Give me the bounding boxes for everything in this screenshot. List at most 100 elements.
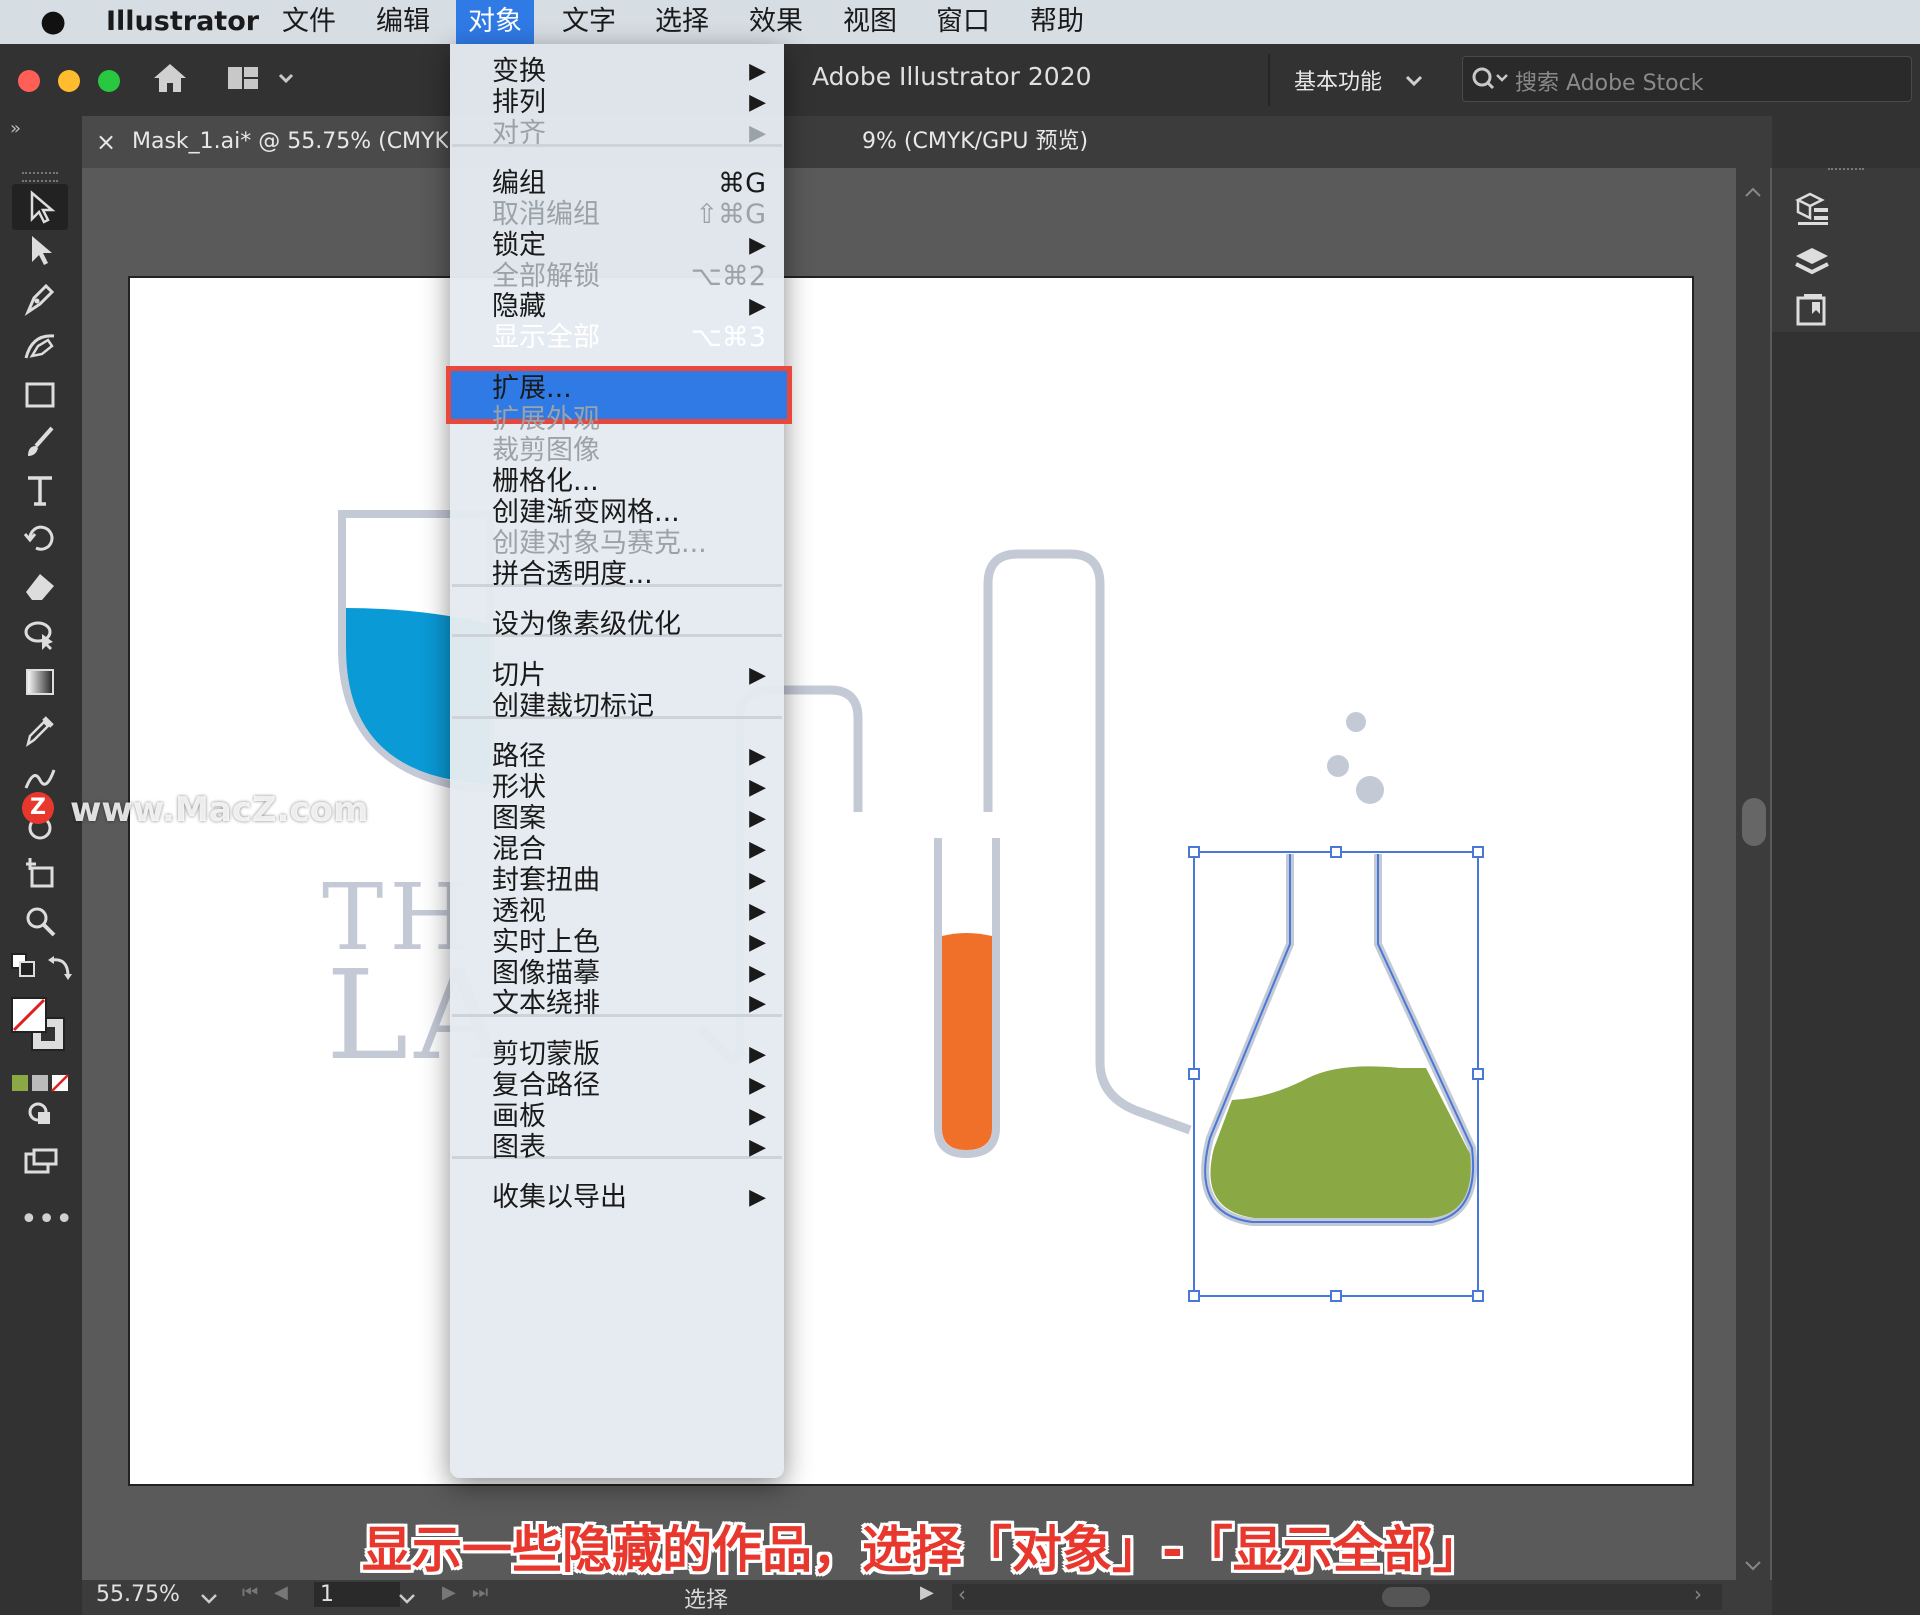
rotate-tool-icon[interactable] xyxy=(20,520,60,560)
chevron-down-icon[interactable] xyxy=(198,1588,220,1608)
layers-panel-icon[interactable] xyxy=(1792,242,1832,282)
selection-handle xyxy=(1188,846,1200,858)
menu-item-19[interactable]: 创建裁切标记 xyxy=(450,689,784,725)
zoom-window-button[interactable] xyxy=(98,70,120,92)
menu-item-label: 图表 xyxy=(492,1132,546,1163)
selection-tool-icon[interactable] xyxy=(12,184,68,230)
artboard[interactable]: TH LA xyxy=(128,276,1694,1486)
paintbrush-tool-icon[interactable] xyxy=(20,424,60,464)
properties-panel-icon[interactable] xyxy=(1792,188,1832,228)
submenu-arrow-icon: ▶ xyxy=(749,1185,766,1210)
menu-item-label: 拼合透明度... xyxy=(492,559,653,590)
status-menu-arrow[interactable]: ▶ xyxy=(920,1582,934,1603)
tab-label: Mask_1.ai* @ 55.75% (CMYK/G xyxy=(132,129,448,154)
horizontal-scrollbar[interactable]: ‹ › xyxy=(952,1582,1722,1610)
eraser-tool-icon[interactable] xyxy=(20,568,60,608)
menu-item-16[interactable]: 拼合透明度... xyxy=(450,557,784,593)
draw-mode-icon[interactable] xyxy=(20,1096,60,1136)
zoom-tool-icon[interactable] xyxy=(20,904,60,944)
app-menu[interactable]: Illustrator xyxy=(106,0,259,44)
submenu-arrow-icon: ▶ xyxy=(749,1135,766,1160)
workspace-switcher[interactable]: 基本功能 xyxy=(1294,64,1382,96)
scroll-thumb[interactable] xyxy=(1382,1587,1430,1607)
toolbar-collapse-strip: » xyxy=(0,116,82,168)
menu-item-label: 对齐 xyxy=(492,118,546,149)
scroll-thumb[interactable] xyxy=(1742,798,1766,846)
watermark-text: www.MacZ.com xyxy=(70,790,369,830)
direct-selection-tool-icon[interactable] xyxy=(20,232,60,272)
fill-stroke-swatch[interactable] xyxy=(8,994,72,1058)
home-icon[interactable] xyxy=(150,58,190,98)
curvature-tool-icon[interactable] xyxy=(20,328,60,368)
artboard-number-field[interactable]: 1 xyxy=(314,1582,400,1607)
menu-item-28[interactable]: 文本绕排 ▶ xyxy=(450,986,784,1022)
chevron-down-icon[interactable] xyxy=(1744,1558,1762,1572)
menu-window[interactable]: 窗口 xyxy=(936,0,990,44)
menu-effect[interactable]: 效果 xyxy=(749,0,803,44)
apple-icon[interactable]: ● xyxy=(40,4,66,39)
menu-edit[interactable]: 编辑 xyxy=(376,0,430,44)
free-transform-tool-icon[interactable] xyxy=(20,616,60,656)
panel-icon-group xyxy=(1772,168,1920,332)
search-placeholder: 搜索 Adobe Stock xyxy=(1515,71,1704,96)
selection-handle xyxy=(1472,846,1484,858)
chevron-down-icon[interactable] xyxy=(396,1588,418,1608)
chevron-up-icon[interactable] xyxy=(1744,184,1762,198)
menu-item-32[interactable]: 图表 ▶ xyxy=(450,1130,784,1166)
close-window-button[interactable] xyxy=(18,70,40,92)
bubble xyxy=(1346,712,1366,732)
menu-item-33[interactable]: 收集以导出 ▶ xyxy=(450,1180,784,1216)
document-tab-bar: × Mask_1.ai* @ 55.75% (CMYK/G 9% (CMYK/G… xyxy=(82,116,1772,168)
gradient-tool-icon[interactable] xyxy=(20,664,60,704)
pen-tool-icon[interactable] xyxy=(20,280,60,320)
selection-handle xyxy=(1330,846,1342,858)
swap-colors-icon[interactable] xyxy=(46,952,76,982)
chevron-right-icon[interactable]: › xyxy=(1694,1582,1702,1606)
type-tool-icon[interactable] xyxy=(20,472,60,512)
previous-artboard-icon[interactable]: ◀ xyxy=(274,1582,288,1603)
tab-second-document[interactable]: 9% (CMYK/GPU 预览) xyxy=(784,116,1110,168)
submenu-arrow-icon: ▶ xyxy=(749,991,766,1016)
chevron-left-icon[interactable]: ‹ xyxy=(958,1582,966,1606)
eyedropper-tool-icon[interactable] xyxy=(20,712,60,752)
menu-item-9[interactable]: 显示全部 ⌥⌘3 xyxy=(450,320,784,356)
default-colors-icon[interactable] xyxy=(10,952,40,982)
chevron-down-icon[interactable] xyxy=(1402,68,1426,92)
search-icon xyxy=(1471,65,1511,93)
menu-object[interactable]: 对象 xyxy=(456,0,534,44)
menu-help[interactable]: 帮助 xyxy=(1030,0,1084,44)
menu-item-17[interactable]: 设为像素级优化 xyxy=(450,607,784,643)
tab-mask-1[interactable]: × Mask_1.ai* @ 55.75% (CMYK/G xyxy=(82,116,452,168)
minimize-window-button[interactable] xyxy=(58,70,80,92)
menu-type[interactable]: 文字 xyxy=(562,0,616,44)
menu-item-label: 收集以导出 xyxy=(492,1182,627,1213)
test-tube-liquid xyxy=(942,933,992,1150)
libraries-panel-icon[interactable] xyxy=(1792,290,1832,330)
last-artboard-icon[interactable]: ⏭ xyxy=(472,1582,488,1603)
menu-select[interactable]: 选择 xyxy=(655,0,709,44)
next-artboard-icon[interactable]: ▶ xyxy=(442,1582,456,1603)
menu-view[interactable]: 视图 xyxy=(843,0,897,44)
rectangle-tool-icon[interactable] xyxy=(20,376,60,416)
first-artboard-icon[interactable]: ⏮ xyxy=(242,1582,258,1603)
divider xyxy=(1268,54,1270,106)
stock-search-field[interactable]: 搜索 Adobe Stock xyxy=(1462,56,1912,102)
artboard-tool-icon[interactable] xyxy=(20,856,60,896)
watermark-badge: Z xyxy=(22,792,54,824)
menu-item-label: 设为像素级优化 xyxy=(492,609,681,640)
arrange-documents-icon[interactable] xyxy=(226,64,296,94)
menu-item-label: 创建裁切标记 xyxy=(492,691,654,722)
screen-mode-icon[interactable] xyxy=(20,1144,60,1184)
grip-icon xyxy=(1828,168,1864,176)
app-title: Adobe Illustrator 2020 xyxy=(812,62,1092,91)
color-mode-buttons[interactable] xyxy=(10,1064,70,1092)
double-chevron-right-icon[interactable]: » xyxy=(10,118,21,139)
vertical-scrollbar[interactable] xyxy=(1736,168,1770,1580)
more-tools-icon[interactable]: ••• xyxy=(20,1200,73,1240)
bubble xyxy=(1327,755,1349,777)
tutorial-caption: 显示一些隐藏的作品，选择「对象」-「显示全部」 xyxy=(362,1521,1483,1579)
close-tab-icon[interactable]: × xyxy=(96,116,116,168)
zoom-level-field[interactable]: 55.75% xyxy=(96,1582,180,1607)
menu-file[interactable]: 文件 xyxy=(282,0,336,44)
application-bar: Adobe Illustrator 2020 基本功能 搜索 Adobe Sto… xyxy=(0,44,1920,116)
